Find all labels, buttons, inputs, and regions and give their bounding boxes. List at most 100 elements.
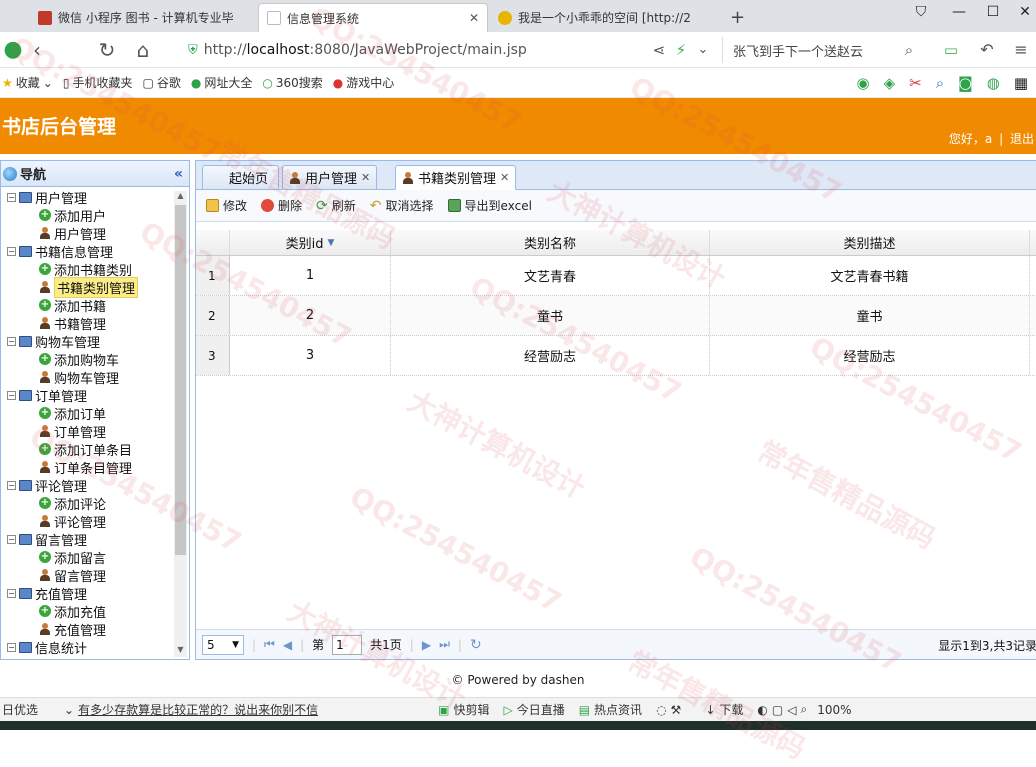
tab-home[interactable]: 起始页 [202,165,280,190]
new-tab-button[interactable]: + [722,3,748,32]
nav-scrollbar[interactable]: ▲ ▼ [174,191,187,657]
collapse-toggle-icon[interactable]: − [7,246,16,256]
status-item-clip[interactable]: ▣ 快剪辑 [438,701,489,718]
nav-group[interactable]: − 购物车管理 [1,332,173,351]
collapse-toggle-icon[interactable]: − [7,534,16,544]
refresh-icon[interactable]: ↻ [470,637,482,653]
search-icon[interactable]: ⌕ [896,37,922,63]
menu-icon[interactable]: ≡ [1008,37,1034,63]
close-tab-icon[interactable]: ✕ [469,11,479,25]
home-icon[interactable]: ⌂ [130,37,156,63]
chevron-down-icon[interactable]: ⌄ [690,37,716,63]
bookmark-360search[interactable]: ○ 360搜索 [262,74,322,91]
magnifier-icon[interactable]: ⌕ [936,74,944,92]
search-icon[interactable]: ⌕ [800,702,807,717]
edge-icon[interactable]: ◐ [757,703,767,717]
logout-link[interactable]: 退出 [1010,132,1034,146]
close-tab-icon[interactable]: ✕ [361,171,370,184]
gamepad-icon[interactable]: ◙ [958,74,973,92]
scissors-icon[interactable]: ✂ [909,74,922,92]
status-item-news[interactable]: ▤ 热点资讯 [579,701,642,718]
nav-item[interactable]: + 添加购物车 [1,350,173,369]
status-left[interactable]: 日优选 [0,701,38,718]
collapse-toggle-icon[interactable]: − [7,480,16,490]
cell-id[interactable]: 3 [230,336,391,375]
collapse-toggle-icon[interactable]: − [7,336,16,346]
zoom-level[interactable]: 100% [817,703,851,717]
bookmark-sites[interactable]: ● 网址大全 [191,74,253,91]
nav-item[interactable]: 留言管理 [1,566,173,585]
nav-item[interactable]: + 添加用户 [1,206,173,225]
maximize-icon[interactable]: ☐ [980,4,1006,24]
page-size-select[interactable]: 5 ▼ [202,634,244,655]
bookmark-mobile[interactable]: ▯ 手机收藏夹 [63,74,133,91]
close-tab-icon[interactable]: ✕ [500,171,509,184]
apps-icon[interactable]: ▦ [1014,74,1028,92]
column-header-desc[interactable]: 类别描述 [710,230,1030,255]
prev-page-icon[interactable]: ◀ [283,638,292,652]
cell-desc[interactable]: 经营励志 [710,336,1030,375]
cell-desc[interactable]: 童书 [710,296,1030,335]
status-item-download[interactable]: ↓ 下载 [705,701,743,718]
next-page-icon[interactable]: ▶ [422,638,431,652]
browser-tab-3[interactable]: 我是一个小乖乖的空间 [http://2 [490,3,716,32]
undo-icon[interactable]: ↶ [974,37,1000,63]
nav-item[interactable]: 订单管理 [1,422,173,441]
status-item-live[interactable]: ▷ 今日直播 [503,701,564,718]
refresh-button[interactable]: ⟳ 刷新 [316,197,356,214]
collapse-toggle-icon[interactable]: − [7,642,16,652]
bookmark-google[interactable]: ▢ 谷歌 [142,74,180,91]
nav-item[interactable]: 用户管理 [1,224,173,243]
back-icon[interactable]: ‹ [24,37,50,63]
export-excel-button[interactable]: 导出到excel [447,197,532,214]
cell-name[interactable]: 童书 [391,296,710,335]
nav-item[interactable]: + 添加书籍 [1,296,173,315]
nav-item[interactable]: 评论管理 [1,512,173,531]
collapse-icon[interactable]: « [174,166,183,182]
news-link[interactable]: 有多少存款算是比较正常的？说出来你别不信 [78,701,318,718]
browser-tab-2[interactable]: 信息管理系统 ✕ [258,3,488,32]
chat-icon[interactable]: ◉ [857,74,870,92]
column-header-id[interactable]: 类别id ▼ [230,230,391,255]
cell-id[interactable]: 2 [230,296,391,335]
window-icon[interactable]: ▢ [772,703,783,717]
nav-group[interactable]: − 信息统计 [1,638,173,657]
cell-name[interactable]: 文艺青春 [391,256,710,295]
bookmark-favorites[interactable]: ★ 收藏 ⌄ [2,74,53,91]
cancel-select-button[interactable]: ↶ 取消选择 [370,197,434,214]
cell-name[interactable]: 经营励志 [391,336,710,375]
table-row[interactable]: 3 3 经营励志 经营励志 [196,336,1036,376]
scroll-up-icon[interactable]: ▲ [174,191,187,203]
collapse-toggle-icon[interactable]: − [7,192,16,202]
nav-group[interactable]: − 书籍信息管理 [1,242,173,261]
translate-icon[interactable]: ◈ [884,74,896,92]
url-input[interactable]: ⛨ http://localhost:8080/JavaWebProject/m… [188,37,718,63]
shirt-icon[interactable]: ⛉ [908,4,934,24]
table-row[interactable]: 2 2 童书 童书 [196,296,1036,336]
nav-group[interactable]: − 充值管理 [1,584,173,603]
nav-group[interactable]: − 用户管理 [1,188,173,207]
page-number-input[interactable]: 1 [332,634,363,655]
nav-item[interactable]: 书籍管理 [1,314,173,333]
nav-item[interactable]: + 添加订单 [1,404,173,423]
delete-button[interactable]: 删除 [261,197,302,214]
search-input[interactable]: 张飞到手下一个送赵云 [722,37,922,63]
column-header-name[interactable]: 类别名称 [391,230,710,255]
bookmark-games[interactable]: ● 游戏中心 [333,74,395,91]
nav-group[interactable]: − 订单管理 [1,386,173,405]
battery-icon[interactable]: ▭ [938,37,964,63]
close-window-icon[interactable]: ✕ [1012,4,1036,24]
reload-icon[interactable]: ↻ [94,37,120,63]
nav-item[interactable]: 充值管理 [1,620,173,639]
tab-category-management[interactable]: 书籍类别管理 ✕ [395,165,517,190]
nav-item[interactable]: + 添加充值 [1,602,173,621]
tab-user-management[interactable]: 用户管理 ✕ [282,165,378,190]
sound-icon[interactable]: ◁ [787,703,796,717]
browser-tab-1[interactable]: 微信 小程序 图书 - 计算机专业毕 [30,3,256,32]
edit-button[interactable]: 修改 [206,197,247,214]
nav-group[interactable]: − 留言管理 [1,530,173,549]
tool-icon[interactable]: ⚒ [671,703,682,717]
cell-desc[interactable]: 文艺青春书籍 [710,256,1030,295]
nav-item[interactable]: 书籍类别管理 [1,276,173,298]
last-page-icon[interactable]: ⏭ [439,637,450,652]
